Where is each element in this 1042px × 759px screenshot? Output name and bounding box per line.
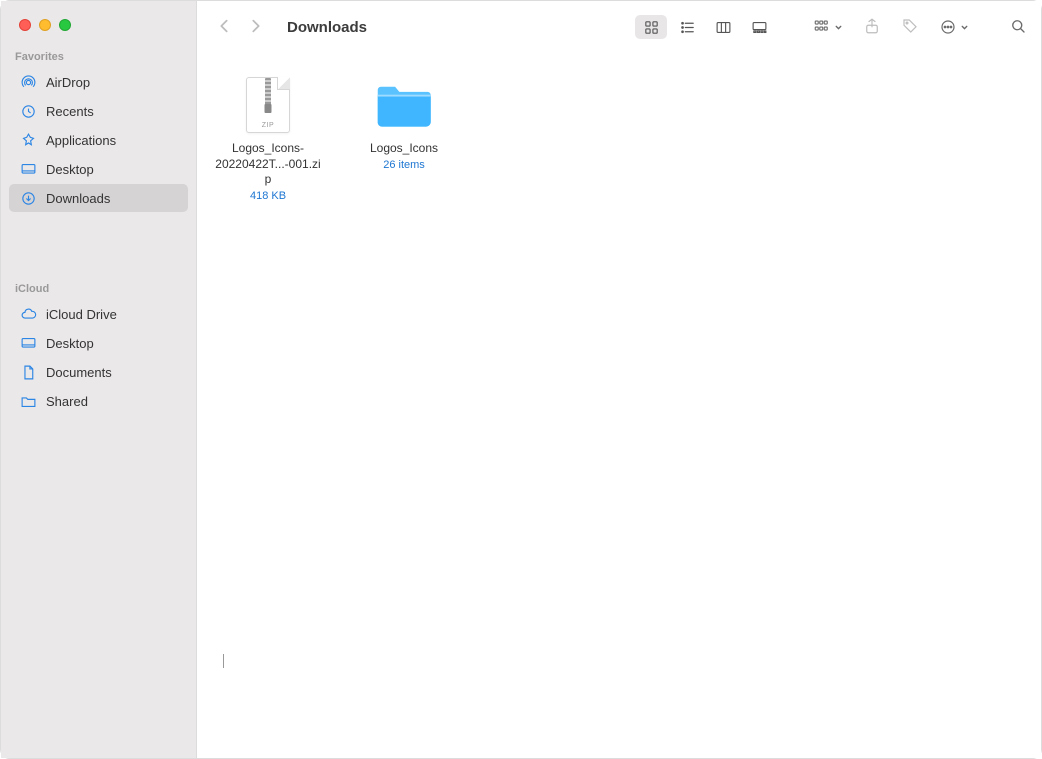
- back-button[interactable]: [217, 18, 231, 37]
- clock-icon: [19, 102, 37, 120]
- airdrop-icon: [19, 73, 37, 91]
- sidebar-item-label: iCloud Drive: [46, 307, 117, 322]
- tags-button[interactable]: [901, 17, 919, 38]
- download-icon: [19, 189, 37, 207]
- sidebar: Favorites AirDrop Recents: [1, 1, 197, 758]
- zoom-window[interactable]: [59, 19, 71, 31]
- toolbar: Downloads: [197, 1, 1041, 53]
- main-area: Downloads: [197, 1, 1041, 758]
- chevron-down-icon: [960, 20, 969, 35]
- desktop-icon: [19, 334, 37, 352]
- file-grid[interactable]: ZIP Logos_Icons-20220422T...-001.zip 418…: [197, 53, 1041, 758]
- search-button[interactable]: [1009, 17, 1027, 38]
- finder-window: Favorites AirDrop Recents: [1, 1, 1041, 758]
- text-cursor: [223, 654, 224, 668]
- nav-arrows: [211, 18, 269, 37]
- sidebar-item-desktop-fav[interactable]: Desktop: [9, 155, 188, 183]
- share-button[interactable]: [863, 17, 881, 38]
- sidebar-item-label: Desktop: [46, 162, 94, 177]
- file-sub: 26 items: [383, 159, 425, 171]
- sidebar-item-label: Recents: [46, 104, 94, 119]
- column-view-button[interactable]: [707, 15, 739, 39]
- sidebar-item-label: Documents: [46, 365, 112, 380]
- close-window[interactable]: [19, 19, 31, 31]
- sidebar-item-label: AirDrop: [46, 75, 90, 90]
- sidebar-item-applications[interactable]: Applications: [9, 126, 188, 154]
- toolbar-actions: [813, 17, 1027, 38]
- folder-icon: [372, 73, 436, 137]
- sidebar-header-favorites: Favorites: [1, 47, 196, 67]
- group-by-button[interactable]: [813, 18, 843, 36]
- chevron-down-icon: [834, 20, 843, 35]
- file-item-folder[interactable]: Logos_Icons 26 items: [349, 73, 459, 171]
- cloud-icon: [19, 305, 37, 323]
- actions-menu-button[interactable]: [939, 18, 969, 36]
- desktop-icon: [19, 160, 37, 178]
- sidebar-item-label: Downloads: [46, 191, 110, 206]
- gallery-view-button[interactable]: [743, 15, 775, 39]
- minimize-window[interactable]: [39, 19, 51, 31]
- file-sub: 418 KB: [250, 190, 286, 202]
- sidebar-item-label: Shared: [46, 394, 88, 409]
- sidebar-item-recents[interactable]: Recents: [9, 97, 188, 125]
- sidebar-item-icloud-drive[interactable]: iCloud Drive: [9, 300, 188, 328]
- sidebar-item-desktop-icloud[interactable]: Desktop: [9, 329, 188, 357]
- file-name: Logos_Icons: [370, 141, 438, 157]
- list-view-button[interactable]: [671, 15, 703, 39]
- view-mode-segment: [633, 13, 777, 41]
- sidebar-header-icloud: iCloud: [1, 279, 196, 299]
- shared-folder-icon: [19, 392, 37, 410]
- page-title: Downloads: [287, 19, 367, 36]
- icon-view-button[interactable]: [635, 15, 667, 39]
- sidebar-item-label: Desktop: [46, 336, 94, 351]
- applications-icon: [19, 131, 37, 149]
- window-controls: [1, 19, 196, 31]
- file-name: Logos_Icons-20220422T...-001.zip: [213, 141, 323, 188]
- sidebar-item-shared[interactable]: Shared: [9, 387, 188, 415]
- forward-button[interactable]: [249, 18, 263, 37]
- sidebar-item-downloads[interactable]: Downloads: [9, 184, 188, 212]
- sidebar-item-label: Applications: [46, 133, 116, 148]
- sidebar-item-airdrop[interactable]: AirDrop: [9, 68, 188, 96]
- file-item-zip[interactable]: ZIP Logos_Icons-20220422T...-001.zip 418…: [213, 73, 323, 202]
- document-icon: [19, 363, 37, 381]
- zip-file-icon: ZIP: [236, 73, 300, 137]
- sidebar-item-documents[interactable]: Documents: [9, 358, 188, 386]
